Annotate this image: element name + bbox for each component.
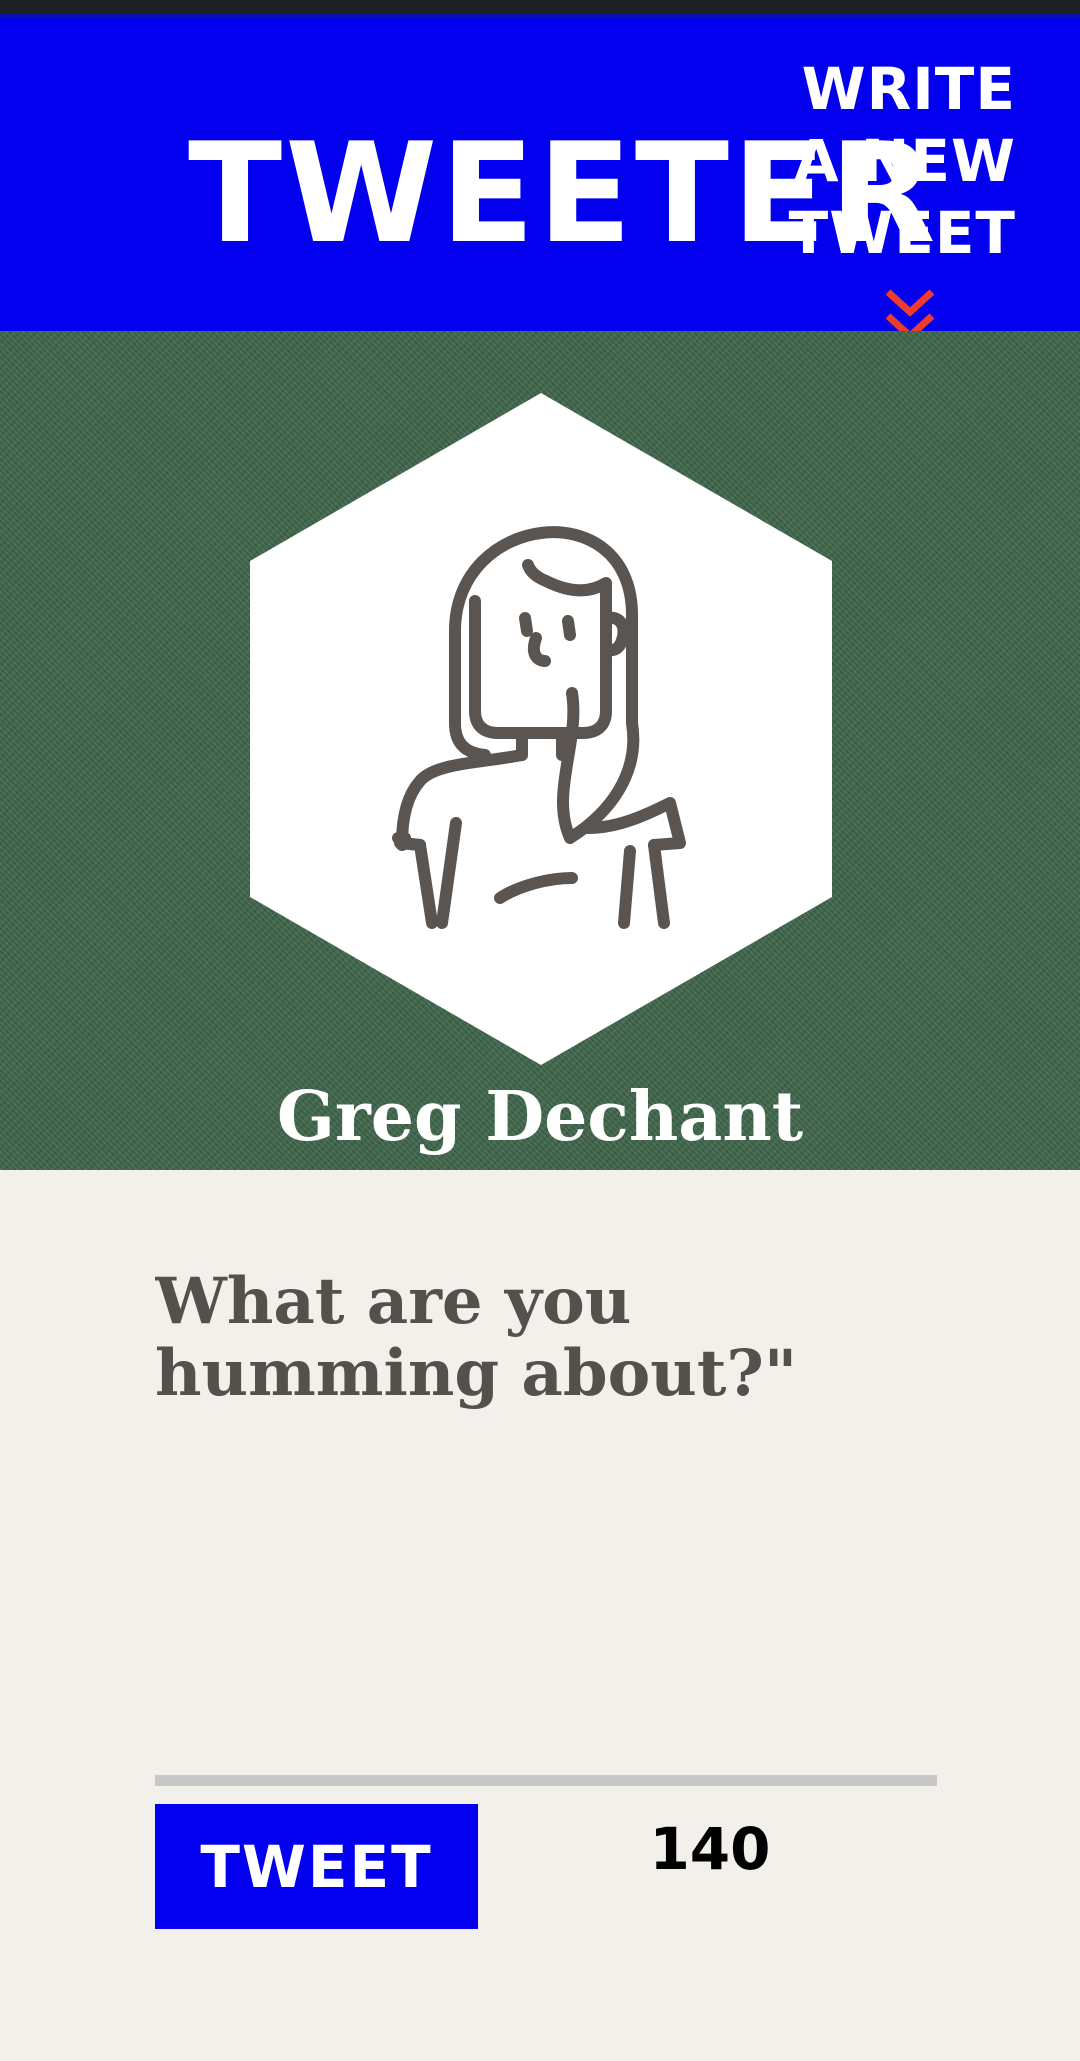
navbar: TWEETER WRITE A NEW TWEET: [0, 17, 1080, 341]
tweet-text-input[interactable]: [155, 1266, 937, 1766]
character-counter: 140: [649, 1815, 771, 1883]
compose-line-2: A NEW: [793, 127, 1016, 195]
compose-line-1: WRITE: [801, 55, 1016, 123]
top-status-strip: [0, 0, 1080, 17]
compose-line-3: TWEET: [788, 199, 1016, 267]
profile-banner: Greg Dechant: [0, 331, 1080, 1170]
write-new-tweet-toggle[interactable]: WRITE A NEW TWEET: [780, 53, 1040, 341]
user-avatar-icon: [250, 393, 832, 1065]
tweet-submit-button[interactable]: TWEET: [155, 1804, 478, 1929]
profile-name: Greg Dechant: [276, 1077, 804, 1157]
tweet-composer: [155, 1266, 937, 1766]
input-underline: [155, 1775, 937, 1786]
write-new-tweet-label: WRITE A NEW TWEET: [780, 53, 1016, 269]
